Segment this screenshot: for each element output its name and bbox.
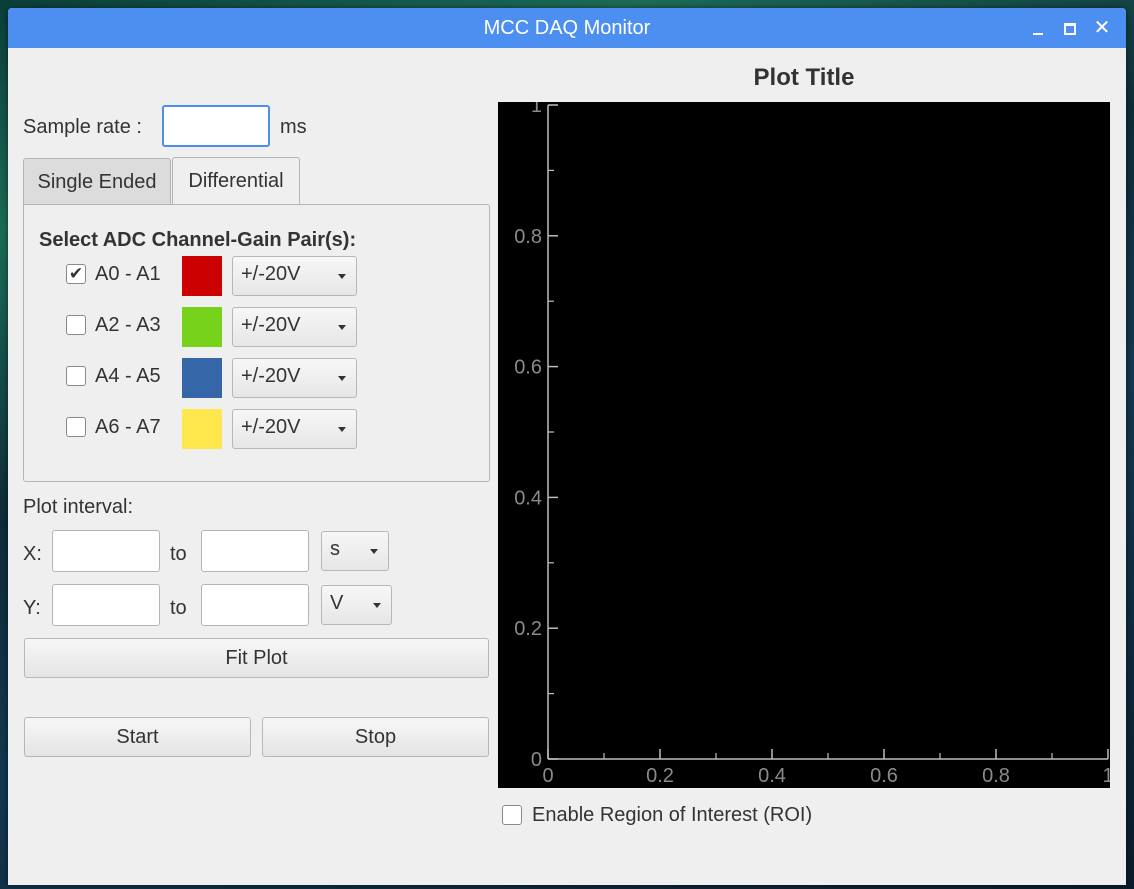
app-window: MCC DAQ Monitor ✕ Sample rate : ms Singl… <box>8 8 1126 885</box>
tab-single-ended[interactable]: Single Ended <box>23 158 171 204</box>
y-to-label: to <box>170 597 187 619</box>
x-to-label: to <box>170 543 187 565</box>
x-unit-value: s <box>330 538 340 560</box>
gain-value: +/-20V <box>241 416 301 438</box>
y-unit-select[interactable]: V <box>321 585 392 625</box>
x-tick-label: 0.2 <box>646 765 674 787</box>
gain-select-a4-a5[interactable]: +/-20V <box>232 358 357 398</box>
stop-button[interactable]: Stop <box>262 717 489 757</box>
chevron-down-icon <box>373 603 381 608</box>
roi-label: Enable Region of Interest (ROI) <box>532 804 813 826</box>
channel-label: A0 - A1 <box>95 263 161 285</box>
checkmark-icon: ✔ <box>68 264 84 283</box>
x-interval-label: X: <box>23 543 42 565</box>
y-interval-label: Y: <box>23 597 41 619</box>
channel-label: A6 - A7 <box>95 416 161 438</box>
x-tick-label: 0.8 <box>982 765 1010 787</box>
x-unit-select[interactable]: s <box>321 531 389 571</box>
channel-group-heading: Select ADC Channel-Gain Pair(s): <box>39 229 357 251</box>
gain-select-a6-a7[interactable]: +/-20V <box>232 409 357 449</box>
channel-color-swatch[interactable] <box>182 358 222 398</box>
title-bar[interactable]: MCC DAQ Monitor ✕ <box>8 8 1126 48</box>
tab-differential[interactable]: Differential <box>172 157 300 205</box>
roi-checkbox[interactable] <box>502 805 522 825</box>
y-tick-label: 0.2 <box>514 618 542 640</box>
channel-checkbox-a2-a3[interactable] <box>66 315 86 335</box>
fit-plot-button[interactable]: Fit Plot <box>24 638 489 678</box>
channel-group: Select ADC Channel-Gain Pair(s): ✔ A0 - … <box>23 204 490 482</box>
channel-label: A2 - A3 <box>95 314 161 336</box>
chevron-down-icon <box>338 376 346 381</box>
y-tick-label: 0.4 <box>514 487 542 509</box>
x-tick-label: 0 <box>542 765 553 787</box>
minimize-icon <box>1033 33 1043 36</box>
maximize-button[interactable] <box>1056 8 1084 48</box>
y-tick-label: 0.6 <box>514 357 542 379</box>
y-unit-value: V <box>330 592 344 614</box>
gain-select-a0-a1[interactable]: +/-20V <box>232 256 357 296</box>
plot-interval-label: Plot interval: <box>23 496 134 518</box>
x-to-input[interactable] <box>201 530 309 572</box>
plot-area[interactable]: 0 0.2 0.4 0.6 0.8 1 0 0.2 0.4 0.6 0.8 1 <box>498 95 1114 788</box>
chevron-down-icon <box>338 427 346 432</box>
channel-checkbox-a0-a1[interactable]: ✔ <box>66 264 86 284</box>
x-from-input[interactable] <box>52 530 160 572</box>
channel-color-swatch[interactable] <box>182 307 222 347</box>
y-from-input[interactable] <box>52 584 160 626</box>
start-button[interactable]: Start <box>24 717 251 757</box>
channel-label: A4 - A5 <box>95 365 161 387</box>
plot-title: Plot Title <box>753 64 855 91</box>
gain-value: +/-20V <box>241 263 301 285</box>
gain-value: +/-20V <box>241 314 301 336</box>
y-tick-label: 0 <box>531 749 542 771</box>
x-tick-label: 0.4 <box>758 765 786 787</box>
channel-color-swatch[interactable] <box>182 256 222 296</box>
sample-rate-input[interactable] <box>162 105 270 147</box>
close-icon: ✕ <box>1093 17 1111 39</box>
gain-select-a2-a3[interactable]: +/-20V <box>232 307 357 347</box>
gain-value: +/-20V <box>241 365 301 387</box>
channel-checkbox-a4-a5[interactable] <box>66 366 86 386</box>
channel-color-swatch[interactable] <box>182 409 222 449</box>
x-tick-label: 0.6 <box>870 765 898 787</box>
x-tick-label: 1 <box>1102 765 1110 787</box>
y-tick-label: 1 <box>531 102 542 117</box>
maximize-icon <box>1064 23 1076 36</box>
channel-checkbox-a6-a7[interactable] <box>66 417 86 437</box>
sample-rate-unit: ms <box>280 116 307 138</box>
chevron-down-icon <box>338 274 346 279</box>
sample-rate-label: Sample rate : <box>23 116 142 138</box>
window-title: MCC DAQ Monitor <box>483 17 651 39</box>
plot-canvas: 0 0.2 0.4 0.6 0.8 1 0 0.2 0.4 0.6 0.8 1 <box>514 95 1113 787</box>
chevron-down-icon <box>338 325 346 330</box>
chevron-down-icon <box>370 549 378 554</box>
minimize-button[interactable] <box>1024 8 1052 48</box>
y-tick-label: 0.8 <box>514 226 542 248</box>
close-button[interactable]: ✕ <box>1088 8 1116 48</box>
y-to-input[interactable] <box>201 584 309 626</box>
